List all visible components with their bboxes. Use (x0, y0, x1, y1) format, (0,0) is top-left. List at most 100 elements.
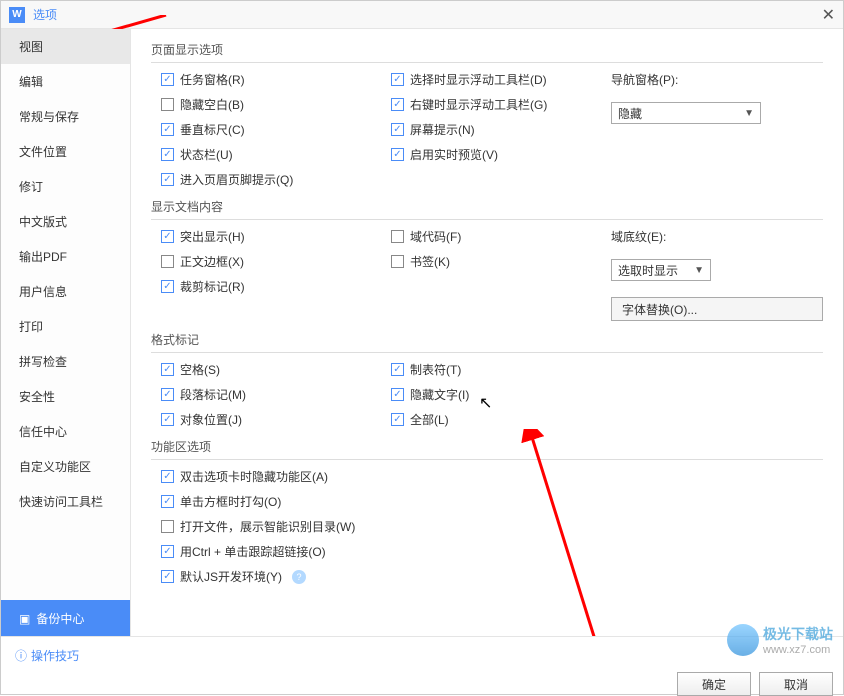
sidebar-item-view[interactable]: 视图 (1, 29, 130, 64)
checkbox-item[interactable]: ✓任务窗格(R) (151, 71, 381, 88)
chevron-down-icon: ▼ (694, 265, 704, 276)
checkbox-item[interactable]: ✓ 垂直标尺(C) (151, 121, 381, 138)
field-shading-label: 域底纹(E): (611, 228, 823, 245)
sidebar-item-file-location[interactable]: 文件位置 (1, 134, 130, 169)
checkbox-icon: ✓ (161, 363, 174, 376)
checkbox-item[interactable]: ✓空格(S) (151, 361, 381, 378)
checkbox-label: 右键时显示浮动工具栏(G) (410, 96, 547, 113)
tips-icon: ⓘ (15, 647, 27, 664)
checkbox-item[interactable]: ✓ 全部(L) (381, 411, 611, 428)
checkbox-label: 书签(K) (410, 253, 450, 270)
close-icon[interactable]: ✕ (822, 5, 835, 25)
checkbox-item[interactable]: 书签(K) (381, 253, 611, 270)
checkbox-label: 制表符(T) (410, 361, 461, 378)
checkbox-icon: ✓ (161, 173, 174, 186)
sidebar-item-security[interactable]: 安全性 (1, 379, 130, 414)
nav-pane-select[interactable]: 隐藏 ▼ (611, 102, 761, 124)
sidebar-item-spell-check[interactable]: 拼写检查 (1, 344, 130, 379)
checkbox-item[interactable]: ✓状态栏(U) (151, 146, 381, 163)
main-area: 视图 编辑 常规与保存 文件位置 修订 中文版式 输出PDF 用户信息 打印 拼… (1, 29, 843, 637)
checkbox-item[interactable]: ✓ 用Ctrl + 单击跟踪超链接(O) (151, 543, 823, 560)
checkbox-label: 隐藏空白(B) (180, 96, 244, 113)
sidebar-item-chinese-layout[interactable]: 中文版式 (1, 204, 130, 239)
checkbox-label: 垂直标尺(C) (180, 121, 245, 138)
sidebar-item-output-pdf[interactable]: 输出PDF (1, 239, 130, 274)
checkbox-label: 双击选项卡时隐藏功能区(A) (180, 468, 328, 485)
help-icon[interactable]: ? (292, 570, 306, 584)
sidebar-item-user-info[interactable]: 用户信息 (1, 274, 130, 309)
checkbox-item[interactable]: ✓ 制表符(T) (381, 361, 611, 378)
cancel-button[interactable]: 取消 (759, 672, 833, 696)
tips-label: 操作技巧 (31, 647, 79, 664)
chevron-down-icon: ▼ (744, 108, 754, 119)
checkbox-item[interactable]: 域代码(F) (381, 228, 611, 245)
checkbox-label: 用Ctrl + 单击跟踪超链接(O) (180, 543, 326, 560)
checkbox-icon: ✓ (161, 413, 174, 426)
checkbox-icon: ✓ (161, 570, 174, 583)
checkbox-item[interactable]: 隐藏空白(B) (151, 96, 381, 113)
field-shading-select[interactable]: 选取时显示 ▼ (611, 259, 711, 281)
ok-button[interactable]: 确定 (677, 672, 751, 696)
checkbox-item[interactable]: ✓ 单击方框时打勾(O) (151, 493, 823, 510)
checkbox-label: 状态栏(U) (180, 146, 233, 163)
sidebar-item-print[interactable]: 打印 (1, 309, 130, 344)
checkbox-item[interactable]: ✓右键时显示浮动工具栏(G) (381, 96, 611, 113)
checkbox-label: 正文边框(X) (180, 253, 244, 270)
sidebar-item-general-save[interactable]: 常规与保存 (1, 99, 130, 134)
checkbox-icon: ✓ (161, 495, 174, 508)
tips-link[interactable]: ⓘ 操作技巧 (11, 643, 833, 672)
checkbox-icon (161, 98, 174, 111)
checkbox-icon: ✓ (161, 230, 174, 243)
checkbox-item[interactable]: ✓ 对象位置(J) (151, 411, 381, 428)
checkbox-label: 进入页眉页脚提示(Q) (180, 171, 293, 188)
sidebar-item-edit[interactable]: 编辑 (1, 64, 130, 99)
checkbox-item[interactable]: ✓ 段落标记(M) (151, 386, 381, 403)
font-substitute-button[interactable]: 字体替换(O)... (611, 297, 823, 321)
checkbox-label: 选择时显示浮动工具栏(D) (410, 71, 547, 88)
checkbox-label: 启用实时预览(V) (410, 146, 498, 163)
checkbox-icon: ✓ (161, 280, 174, 293)
checkbox-icon: ✓ (391, 73, 404, 86)
checkbox-label: 屏幕提示(N) (410, 121, 475, 138)
checkbox-item[interactable]: ✓ 进入页眉页脚提示(Q) (151, 171, 381, 188)
group-format-marks: 格式标记 ✓空格(S)✓段落标记(M)✓对象位置(J) ✓制表符(T)✓隐藏文字… (151, 331, 823, 428)
sidebar-item-trust-center[interactable]: 信任中心 (1, 414, 130, 449)
group-title: 显示文档内容 (151, 198, 823, 220)
checkbox-icon (161, 255, 174, 268)
nav-pane-label: 导航窗格(P): (611, 71, 823, 88)
checkbox-icon (161, 520, 174, 533)
checkbox-label: 对象位置(J) (180, 411, 242, 428)
checkbox-icon: ✓ (391, 413, 404, 426)
checkbox-item[interactable]: ✓裁剪标记(R) (151, 278, 381, 295)
checkbox-item[interactable]: ✓启用实时预览(V) (381, 146, 611, 163)
group-title: 格式标记 (151, 331, 823, 353)
checkbox-item[interactable]: ✓默认JS开发环境(Y)? (151, 568, 823, 585)
checkbox-icon: ✓ (391, 363, 404, 376)
checkbox-item[interactable]: ✓ 双击选项卡时隐藏功能区(A) (151, 468, 823, 485)
sidebar-item-revision[interactable]: 修订 (1, 169, 130, 204)
checkbox-label: 单击方框时打勾(O) (180, 493, 281, 510)
checkbox-icon: ✓ (161, 388, 174, 401)
checkbox-label: 段落标记(M) (180, 386, 246, 403)
checkbox-item[interactable]: 正文边框(X) (151, 253, 381, 270)
sidebar-item-custom-ribbon[interactable]: 自定义功能区 (1, 449, 130, 484)
group-doc-content: 显示文档内容 ✓突出显示(H) 正文边框(X) ✓裁剪标记(R) 域代码(F) 书签(… (151, 198, 823, 321)
checkbox-icon: ✓ (391, 123, 404, 136)
checkbox-label: 任务窗格(R) (180, 71, 245, 88)
backup-icon: ▣ (19, 612, 30, 626)
checkbox-item[interactable]: ✓ 屏幕提示(N) (381, 121, 611, 138)
checkbox-icon: ✓ (161, 545, 174, 558)
sidebar-item-quick-access[interactable]: 快速访问工具栏 (1, 484, 130, 519)
checkbox-item[interactable]: 打开文件，展示智能识别目录(W) (151, 518, 823, 535)
checkbox-item[interactable]: ✓ 选择时显示浮动工具栏(D) (381, 71, 611, 88)
checkbox-item[interactable]: ✓突出显示(H) (151, 228, 381, 245)
checkbox-icon: ✓ (161, 123, 174, 136)
sidebar: 视图 编辑 常规与保存 文件位置 修订 中文版式 输出PDF 用户信息 打印 拼… (1, 29, 131, 637)
checkbox-label: 全部(L) (410, 411, 449, 428)
checkbox-label: 打开文件，展示智能识别目录(W) (180, 518, 355, 535)
checkbox-icon: ✓ (391, 388, 404, 401)
checkbox-item[interactable]: ✓隐藏文字(I) (381, 386, 611, 403)
checkbox-label: 域代码(F) (410, 228, 461, 245)
backup-center-button[interactable]: ▣ 备份中心 (1, 600, 130, 637)
checkbox-icon: ✓ (161, 470, 174, 483)
